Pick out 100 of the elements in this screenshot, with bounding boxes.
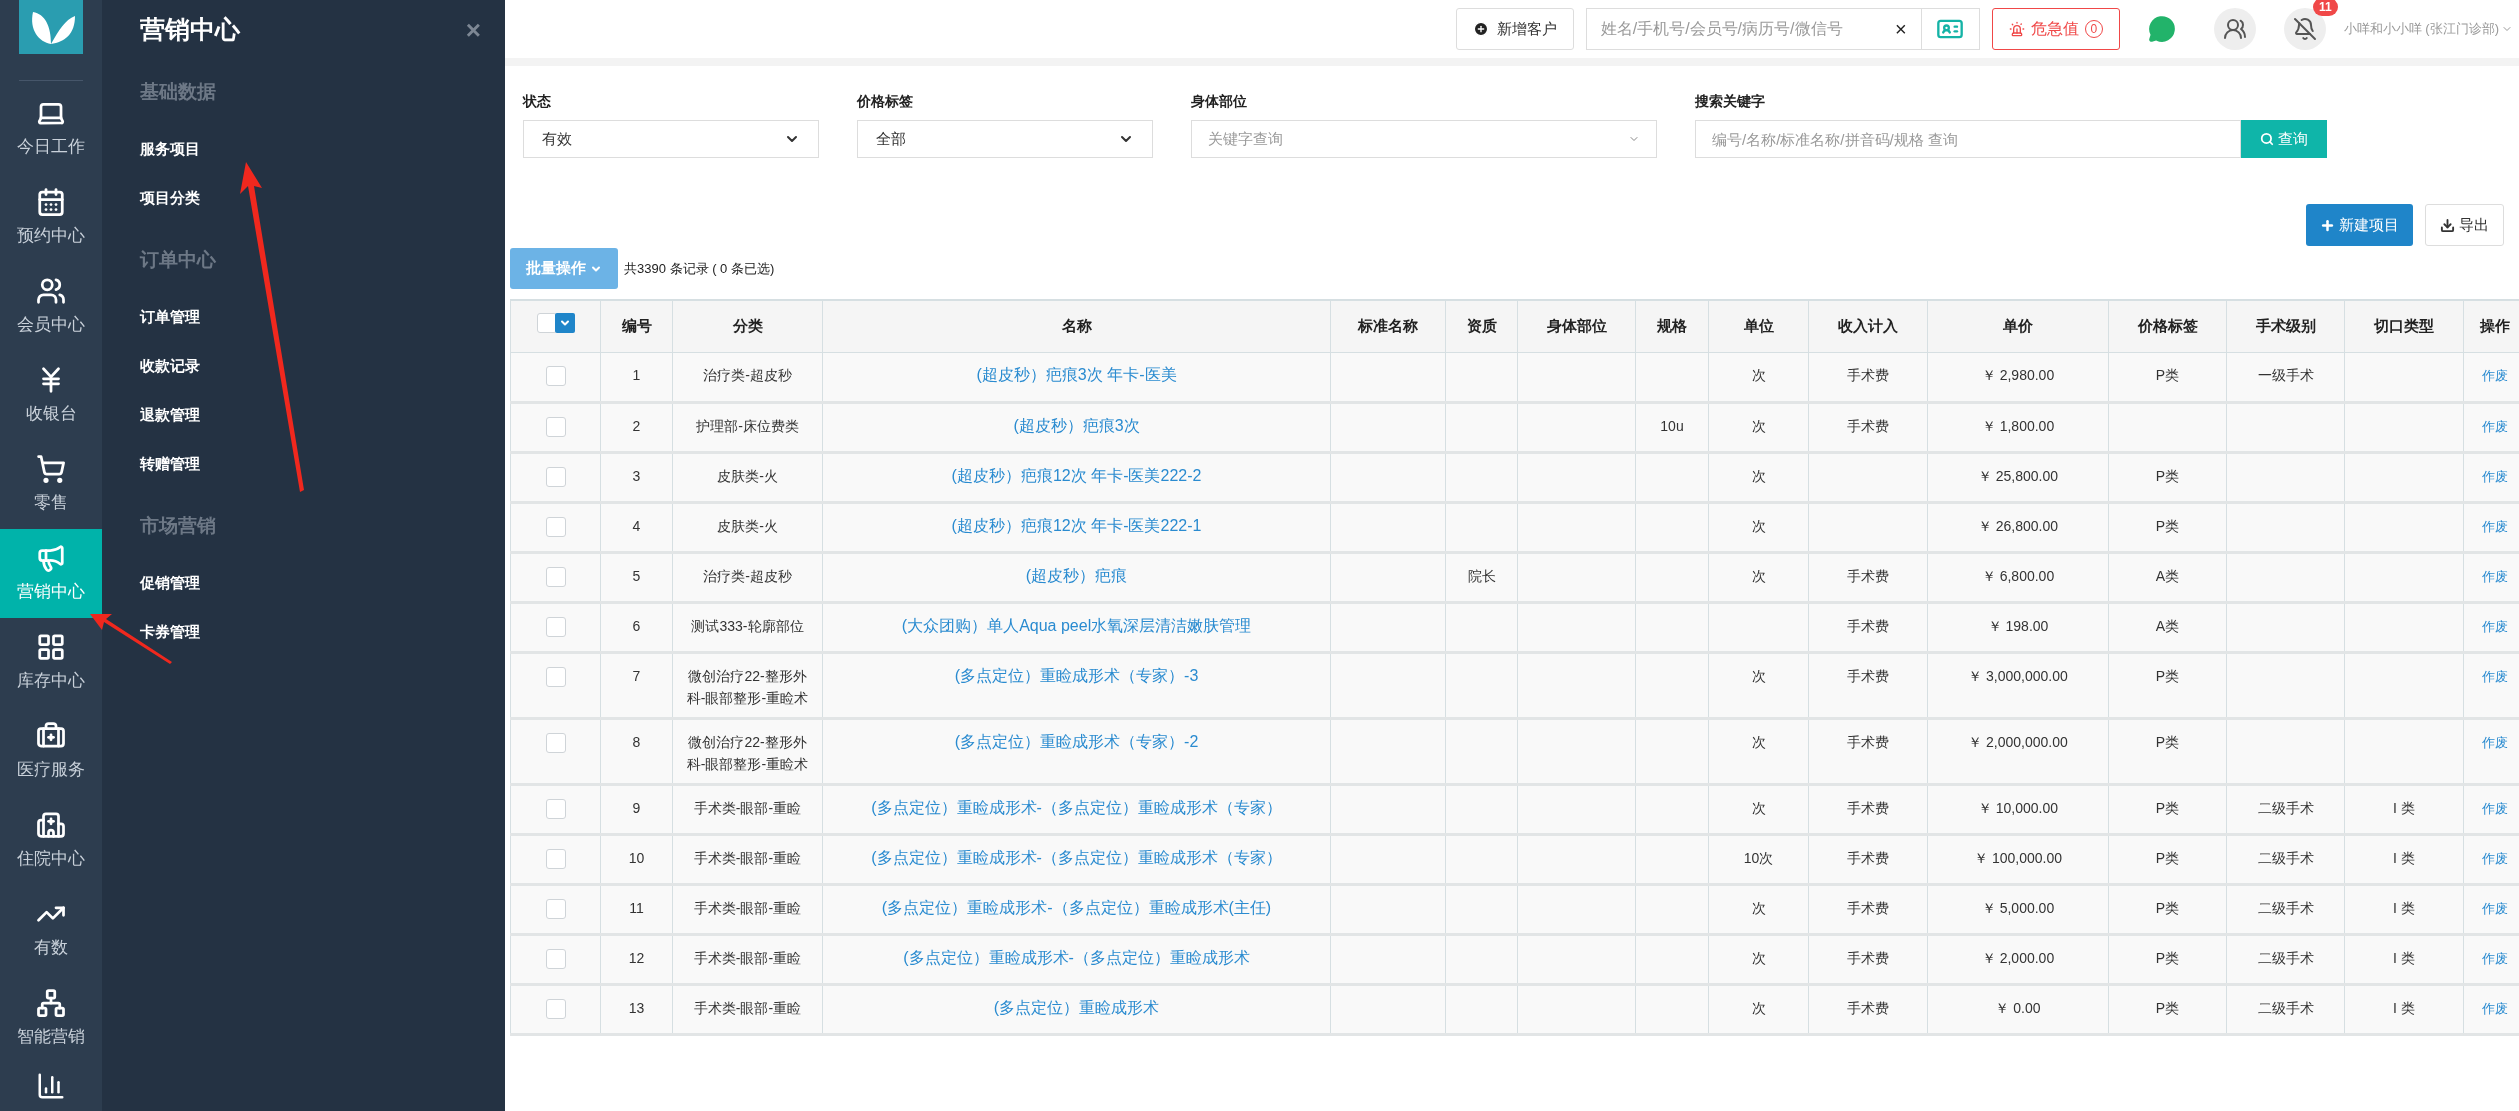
void-link[interactable]: 作废 [2481, 900, 2508, 916]
item-name-link[interactable]: (多点定位）重睑成形术-（多点定位）重睑成形术（专家） [871, 848, 1282, 866]
item-name-link[interactable]: (多点定位）重睑成形术 [993, 998, 1160, 1016]
void-link[interactable]: 作废 [2481, 800, 2508, 816]
network-icon [36, 987, 66, 1018]
row-checkbox[interactable] [545, 898, 566, 919]
table-cell: 手术费 [1847, 949, 1889, 966]
new-customer-button[interactable]: 新增客户 [1455, 8, 1574, 50]
table-cell: ￥ 1,800.00 [1981, 417, 2055, 434]
nav-rail-item[interactable]: 有数 [0, 885, 102, 974]
nav-rail-item[interactable]: 预约中心 [0, 173, 102, 262]
row-checkbox[interactable] [545, 466, 566, 487]
critical-value-button[interactable]: 危急值 0 [1991, 8, 2120, 50]
nav-rail-item[interactable]: 会员中心 [0, 262, 102, 351]
column-header: 手术级别 [2226, 300, 2345, 352]
table-cell: 2 [632, 417, 641, 434]
dropdown-toggle[interactable] [554, 313, 575, 334]
void-link[interactable]: 作废 [2481, 518, 2508, 534]
nav-rail-item[interactable]: 今日工作 [0, 84, 102, 173]
row-checkbox[interactable] [536, 313, 557, 334]
export-button[interactable]: 导出 [2425, 204, 2504, 246]
table-cell: 次 [1751, 733, 1766, 750]
void-link[interactable]: 作废 [2481, 734, 2508, 750]
item-name-link[interactable]: (超皮秒）疤痕3次 年卡-医美 [976, 365, 1177, 383]
row-checkbox[interactable] [545, 416, 566, 437]
submenu-item[interactable]: 促销管理 [140, 558, 200, 607]
row-checkbox[interactable] [545, 616, 566, 637]
void-link[interactable]: 作废 [2481, 1000, 2508, 1016]
table-cell: 皮肤类-火 [717, 467, 778, 484]
new-item-button[interactable]: 新建项目 [2306, 204, 2413, 246]
table-cell: P类 [2155, 949, 2180, 966]
table-cell: 1 [632, 366, 641, 383]
nav-rail-item[interactable]: 库存中心 [0, 618, 102, 707]
submenu-item[interactable]: 服务项目 [140, 124, 200, 173]
item-name-link[interactable]: (超皮秒）疤痕 [1025, 566, 1128, 584]
select-field[interactable]: 有效 [523, 120, 819, 158]
submenu-item[interactable]: 卡券管理 [140, 607, 200, 656]
users-icon [36, 275, 66, 306]
void-link[interactable]: 作废 [2481, 418, 2508, 434]
batch-action-button[interactable]: 批量操作 [510, 248, 618, 289]
submenu-item[interactable]: 转赠管理 [140, 439, 200, 488]
keyword-field[interactable]: 编号/名称/标准名称/拼音码/规格 查询 [1695, 120, 2241, 158]
body-part-input[interactable]: 关键字查询 [1208, 127, 1588, 151]
row-checkbox[interactable] [545, 732, 566, 753]
table-cell: 次 [1751, 899, 1766, 916]
team-schedule-icon[interactable] [2213, 8, 2256, 50]
table-cell: I 类 [2393, 899, 2415, 916]
void-link[interactable]: 作废 [2481, 468, 2508, 484]
table-cell: ￥ 25,800.00 [1977, 467, 2059, 484]
row-checkbox[interactable] [545, 666, 566, 687]
select-field[interactable]: 全部 [857, 120, 1153, 158]
row-checkbox[interactable] [545, 516, 566, 537]
nav-rail-item[interactable]: 医疗服务 [0, 707, 102, 796]
id-card-button[interactable] [1921, 8, 1980, 50]
table-cell: 7 [632, 667, 641, 684]
void-link[interactable]: 作废 [2481, 618, 2508, 634]
customer-search-field[interactable]: 姓名/手机号/会员号/病历号/微信号 × [1585, 8, 1922, 50]
nav-rail-item[interactable]: 智能营销 [0, 974, 102, 1063]
submenu-item[interactable]: 退款管理 [140, 390, 200, 439]
clear-icon[interactable]: × [1895, 14, 1907, 44]
submenu-heading: 订单中心 [140, 248, 217, 272]
item-name-link[interactable]: (超皮秒）疤痕12次 年卡-医美222-2 [951, 466, 1202, 484]
chat-icon[interactable] [2147, 15, 2176, 43]
nav-rail-item[interactable]: 营销中心 [0, 529, 102, 618]
nav-rail-item[interactable]: 收银台 [0, 351, 102, 440]
submenu-item[interactable]: 订单管理 [140, 292, 200, 341]
table-cell: 手术费 [1847, 999, 1889, 1016]
item-name-link[interactable]: (多点定位）重睑成形术-（多点定位）重睑成形术（专家） [871, 798, 1282, 816]
item-name-link[interactable]: (多点定位）重睑成形术（专家）-2 [954, 732, 1199, 750]
table-cell: 9 [632, 799, 641, 816]
row-checkbox[interactable] [545, 566, 566, 587]
table-cell: P类 [2155, 667, 2180, 684]
void-link[interactable]: 作废 [2481, 668, 2508, 684]
nav-rail-item[interactable]: 零售 [0, 440, 102, 529]
row-checkbox[interactable] [545, 798, 566, 819]
void-link[interactable]: 作废 [2481, 367, 2508, 383]
combo-field[interactable]: 关键字查询 [1191, 120, 1657, 158]
close-button[interactable]: × [465, 17, 481, 43]
query-button[interactable]: 查询 [2241, 120, 2327, 158]
item-name-link[interactable]: (大众团购）单人Aqua peel水氧深层清洁嫩肤管理 [901, 616, 1252, 634]
row-checkbox[interactable] [545, 948, 566, 969]
record-summary: 共3390 条记录 ( 0 条已选) [624, 259, 775, 278]
submenu-item[interactable]: 项目分类 [140, 173, 200, 222]
nav-rail-item[interactable]: 住院中心 [0, 796, 102, 885]
item-name-link[interactable]: (多点定位）重睑成形术-（多点定位）重睑成形术(主任) [881, 898, 1272, 916]
submenu-heading: 基础数据 [140, 80, 217, 104]
item-name-link[interactable]: (超皮秒）疤痕3次 [1013, 416, 1140, 434]
table-cell: ￥ 10,000.00 [1977, 799, 2059, 816]
item-name-link[interactable]: (多点定位）重睑成形术-（多点定位）重睑成形术 [903, 948, 1250, 966]
submenu-item[interactable]: 收款记录 [140, 341, 200, 390]
void-link[interactable]: 作废 [2481, 850, 2508, 866]
row-checkbox[interactable] [545, 998, 566, 1019]
void-link[interactable]: 作废 [2481, 950, 2508, 966]
row-checkbox[interactable] [545, 365, 566, 386]
column-header: 资质 [1445, 300, 1518, 352]
user-menu[interactable]: 小咩和小小咩 (张江门诊部) [2343, 19, 2513, 39]
item-name-link[interactable]: (超皮秒）疤痕12次 年卡-医美222-1 [951, 516, 1202, 534]
void-link[interactable]: 作废 [2481, 568, 2508, 584]
row-checkbox[interactable] [545, 848, 566, 869]
item-name-link[interactable]: (多点定位）重睑成形术（专家）-3 [954, 666, 1199, 684]
